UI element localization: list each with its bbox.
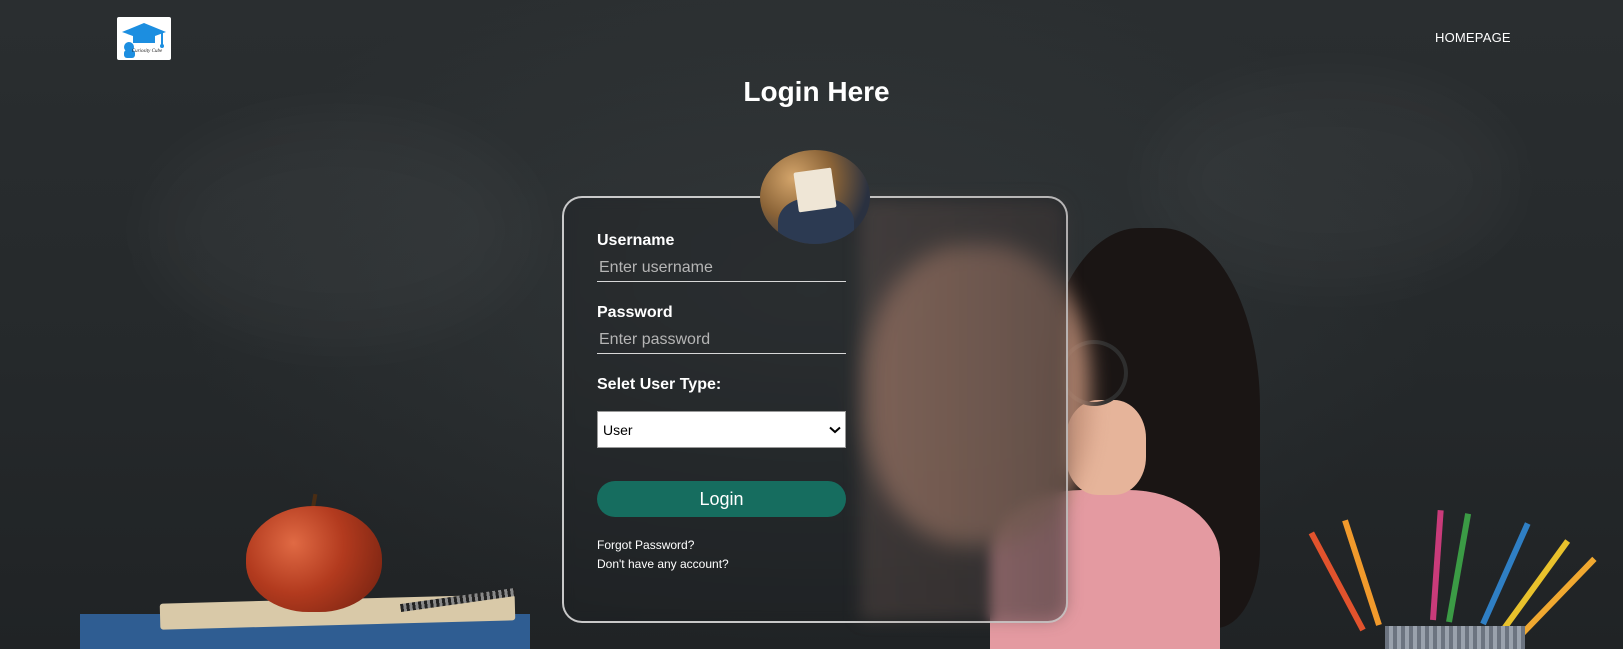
site-logo[interactable]: Curiosity Cube xyxy=(117,17,171,60)
pencil xyxy=(1308,531,1366,632)
logo-text: Curiosity Cube xyxy=(132,49,163,54)
user-type-select[interactable]: User xyxy=(597,411,846,448)
apple-image xyxy=(246,506,382,612)
password-input[interactable] xyxy=(597,326,846,354)
user-type-label: Selet User Type: xyxy=(597,376,722,393)
chevron-down-icon xyxy=(829,426,841,433)
page-title: Login Here xyxy=(743,76,890,107)
avatar-book xyxy=(793,167,837,213)
avatar-image xyxy=(760,150,870,244)
chalk-smudge xyxy=(150,120,530,340)
nav-homepage-link[interactable]: HOMEPAGE xyxy=(1435,30,1511,45)
username-label: Username xyxy=(597,232,675,249)
forgot-password-link[interactable]: Forgot Password? xyxy=(597,538,694,552)
pencil xyxy=(1480,522,1531,626)
graduation-cap-logo: Curiosity Cube xyxy=(122,22,166,58)
login-button[interactable]: Login xyxy=(597,481,846,517)
pencil xyxy=(1446,513,1472,623)
card-blur-overlay xyxy=(860,200,1066,620)
user-type-selected: User xyxy=(603,421,633,438)
password-label: Password xyxy=(597,304,673,321)
pencil xyxy=(1430,510,1444,621)
pencil-cup xyxy=(1385,626,1525,649)
signup-link[interactable]: Don't have any account? xyxy=(597,557,729,571)
username-input[interactable] xyxy=(597,254,846,282)
